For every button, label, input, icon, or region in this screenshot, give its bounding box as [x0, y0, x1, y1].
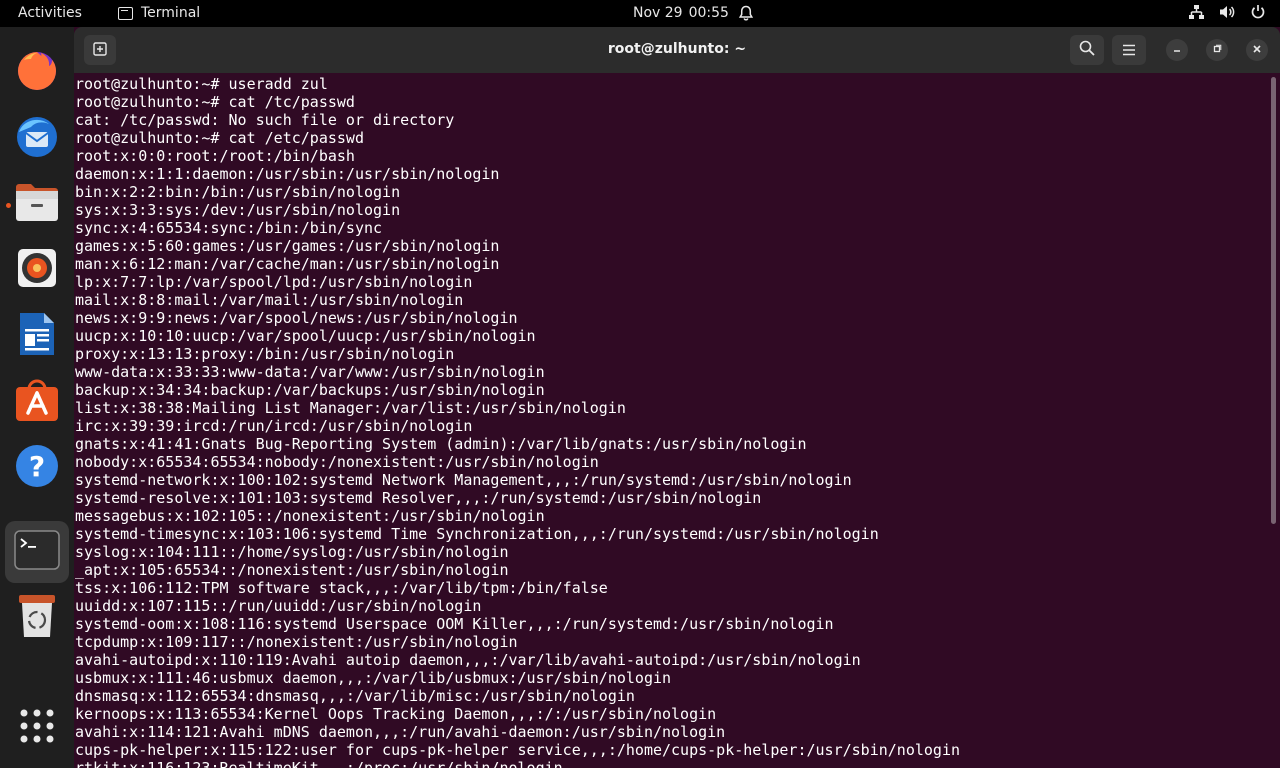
terminal-line: root:x:0:0:root:/root:/bin/bash [75, 147, 355, 165]
terminal-line: backup:x:34:34:backup:/var/backups:/usr/… [75, 381, 545, 399]
network-icon[interactable] [1188, 4, 1205, 20]
maximize-button[interactable] [1206, 39, 1228, 61]
app-menu-label: Terminal [141, 5, 201, 21]
restore-icon [1212, 43, 1222, 58]
top-bar: Activities Terminal Nov 29 00:55 [0, 0, 1280, 27]
dock-terminal[interactable] [5, 521, 69, 583]
clock-date: Nov 29 [633, 5, 683, 21]
trash-icon [17, 593, 57, 643]
terminal-icon [14, 530, 60, 574]
terminal-line: systemd-resolve:x:101:103:systemd Resolv… [75, 489, 762, 507]
clock[interactable]: Nov 29 00:55 [633, 5, 729, 21]
dock-rhythmbox[interactable] [5, 239, 69, 301]
dock-show-apps[interactable] [5, 697, 69, 759]
writer-icon [17, 311, 57, 361]
terminal-line: tcpdump:x:109:117::/nonexistent:/usr/sbi… [75, 633, 518, 651]
terminal-line: root@zulhunto:~# useradd zul [75, 75, 328, 93]
terminal-line: _apt:x:105:65534::/nonexistent:/usr/sbin… [75, 561, 509, 579]
activities-button[interactable]: Activities [18, 5, 82, 21]
dock-firefox[interactable] [5, 41, 69, 103]
terminal-line: sync:x:4:65534:sync:/bin:/bin/sync [75, 219, 383, 237]
terminal-line: news:x:9:9:news:/var/spool/news:/usr/sbi… [75, 309, 518, 327]
hamburger-menu-icon [1122, 41, 1136, 60]
terminal-line: proxy:x:13:13:proxy:/bin:/usr/sbin/nolog… [75, 345, 455, 363]
terminal-line: gnats:x:41:41:Gnats Bug-Reporting System… [75, 435, 807, 453]
thunderbird-icon [13, 112, 61, 164]
terminal-window: root@zulhunto: ~ root@zulhunto:~# userad… [74, 27, 1280, 768]
terminal-line: cat: /tc/passwd: No such file or directo… [75, 111, 455, 129]
search-button[interactable] [1070, 35, 1104, 65]
terminal-line: cups-pk-helper:x:115:122:user for cups-p… [75, 741, 961, 759]
rhythmbox-icon [16, 247, 58, 293]
terminal-line: avahi-autoipd:x:110:119:Avahi autoip dae… [75, 651, 861, 669]
terminal-line: messagebus:x:102:105::/nonexistent:/usr/… [75, 507, 545, 525]
terminal-app-icon [118, 6, 133, 20]
volume-icon[interactable] [1219, 4, 1236, 20]
dock-files[interactable] [5, 173, 69, 235]
system-tray[interactable] [1188, 4, 1266, 20]
terminal-line: tss:x:106:112:TPM software stack,,,:/var… [75, 579, 608, 597]
terminal-line: syslog:x:104:111::/home/syslog:/usr/sbin… [75, 543, 509, 561]
terminal-line: bin:x:2:2:bin:/bin:/usr/sbin/nologin [75, 183, 401, 201]
close-button[interactable] [1246, 39, 1268, 61]
svg-text:?: ? [29, 450, 45, 483]
minimize-icon [1172, 43, 1182, 58]
dock-help[interactable]: ? [5, 437, 69, 499]
terminal-line: man:x:6:12:man:/var/cache/man:/usr/sbin/… [75, 255, 500, 273]
terminal-line: sys:x:3:3:sys:/dev:/usr/sbin/nologin [75, 201, 401, 219]
dock: ? [0, 27, 74, 768]
terminal-line: www-data:x:33:33:www-data:/var/www:/usr/… [75, 363, 545, 381]
dock-trash[interactable] [5, 587, 69, 649]
files-icon [14, 181, 60, 227]
app-menu[interactable]: Terminal [118, 5, 200, 21]
scrollbar[interactable] [1271, 77, 1276, 524]
terminal-line: dnsmasq:x:112:65534:dnsmasq,,,:/var/lib/… [75, 687, 635, 705]
terminal-line: systemd-network:x:100:102:systemd Networ… [75, 471, 852, 489]
terminal-output[interactable]: root@zulhunto:~# useradd zul root@zulhunt… [75, 75, 1255, 768]
search-icon [1079, 40, 1095, 60]
terminal-line: mail:x:8:8:mail:/var/mail:/usr/sbin/nolo… [75, 291, 464, 309]
close-icon [1252, 43, 1262, 58]
terminal-line: root@zulhunto:~# cat /tc/passwd [75, 93, 355, 111]
terminal-line: games:x:5:60:games:/usr/games:/usr/sbin/… [75, 237, 500, 255]
terminal-line: root@zulhunto:~# cat /etc/passwd [75, 129, 364, 147]
terminal-line: systemd-timesync:x:103:106:systemd Time … [75, 525, 879, 543]
dock-app-center[interactable] [5, 371, 69, 433]
terminal-line: list:x:38:38:Mailing List Manager:/var/l… [75, 399, 626, 417]
terminal-line: irc:x:39:39:ircd:/run/ircd:/usr/sbin/nol… [75, 417, 473, 435]
dock-writer[interactable] [5, 305, 69, 367]
menu-button[interactable] [1112, 35, 1146, 65]
terminal-line: avahi:x:114:121:Avahi mDNS daemon,,,:/ru… [75, 723, 726, 741]
help-icon: ? [14, 443, 60, 493]
header-bar[interactable]: root@zulhunto: ~ [74, 27, 1280, 73]
app-center-icon [14, 377, 60, 427]
terminal-line: uuidd:x:107:115::/run/uuidd:/usr/sbin/no… [75, 597, 482, 615]
power-icon[interactable] [1250, 4, 1266, 20]
terminal-line: uucp:x:10:10:uucp:/var/spool/uucp:/usr/s… [75, 327, 536, 345]
app-grid-icon [20, 709, 54, 747]
minimize-button[interactable] [1166, 39, 1188, 61]
terminal-line: kernoops:x:113:65534:Kernel Oops Trackin… [75, 705, 717, 723]
terminal-line: daemon:x:1:1:daemon:/usr/sbin:/usr/sbin/… [75, 165, 500, 183]
clock-time: 00:55 [688, 5, 729, 21]
terminal-line: systemd-oom:x:108:116:systemd Userspace … [75, 615, 834, 633]
notification-bell-icon[interactable] [738, 5, 754, 22]
terminal-line: usbmux:x:111:46:usbmux daemon,,,:/var/li… [75, 669, 672, 687]
terminal-line: rtkit:x:116:123:RealtimeKit,,,:/proc:/us… [75, 759, 563, 768]
dock-thunderbird[interactable] [5, 107, 69, 169]
terminal-line: nobody:x:65534:65534:nobody:/nonexistent… [75, 453, 599, 471]
terminal-line: lp:x:7:7:lp:/var/spool/lpd:/usr/sbin/nol… [75, 273, 473, 291]
firefox-icon [15, 48, 59, 96]
